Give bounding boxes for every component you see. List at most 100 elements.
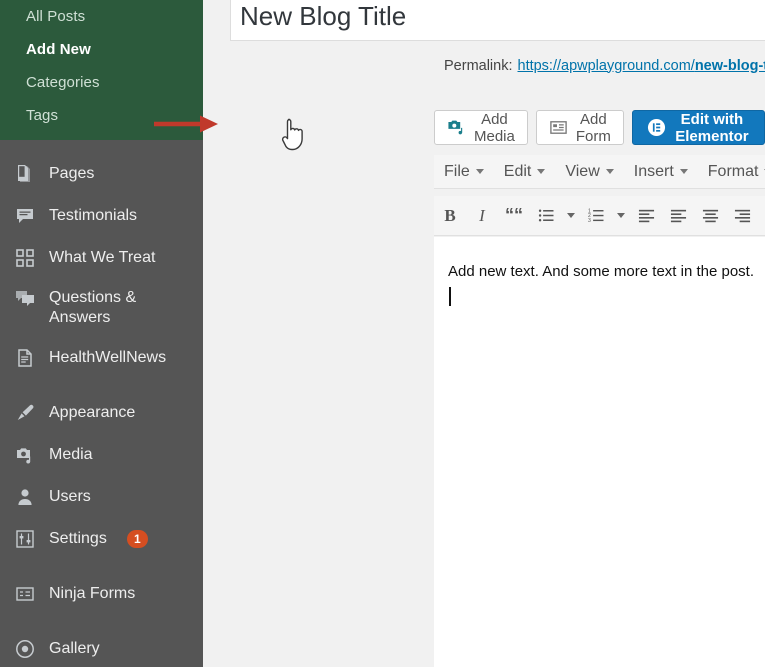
menubar-item-view[interactable]: View	[555, 159, 623, 185]
editor-format-toolbar: B I ““ 1 2 3	[434, 196, 765, 236]
blockquote-button[interactable]: ““	[498, 201, 530, 231]
submenu-item-all-posts[interactable]: All Posts	[0, 0, 203, 33]
align-right-button[interactable]	[726, 201, 758, 231]
sidebar-item-what-we-treat[interactable]: What We Treat	[0, 237, 203, 279]
bullet-list-button[interactable]	[530, 201, 562, 231]
sidebar-item-testimonials[interactable]: Testimonials	[0, 195, 203, 237]
menubar-item-file[interactable]: File	[434, 159, 494, 185]
sidebar-item-questions-answers[interactable]: Questions & Answers	[0, 279, 203, 337]
submenu-item-label: All Posts	[26, 8, 86, 25]
grid-icon	[14, 247, 36, 269]
edit-with-elementor-button[interactable]: Edit with Elementor	[631, 110, 765, 145]
align-left-button[interactable]	[662, 201, 694, 231]
sidebar-item-label: Ninja Forms	[49, 585, 136, 603]
chevron-down-icon	[679, 169, 688, 174]
editor-menubar: File Edit View Insert Format Tools	[434, 155, 765, 189]
post-editor-main: Permalink: https://apwplayground.com/new…	[203, 0, 765, 667]
menubar-item-label: View	[565, 162, 600, 180]
quote-icon: ““	[505, 205, 523, 225]
news-icon	[14, 347, 36, 369]
sidebar-item-media[interactable]: Media	[0, 434, 203, 476]
media-icon	[14, 444, 36, 466]
insert-link-button[interactable]	[758, 201, 765, 231]
menubar-item-label: File	[444, 162, 470, 180]
sidebar-separator-4	[0, 615, 203, 628]
menubar-item-label: Edit	[503, 162, 532, 180]
submenu-item-add-new[interactable]: Add New	[0, 33, 203, 66]
sidebar-item-label: Gallery	[49, 640, 100, 658]
posts-submenu: All Posts Add New Categories Tags	[0, 0, 203, 140]
editor-action-buttons: Add Media Add Form Edit with Elementor	[434, 110, 765, 145]
appearance-brush-icon	[14, 402, 36, 424]
add-media-icon	[447, 118, 466, 137]
post-title-field-wrapper	[230, 0, 765, 41]
permalink-link[interactable]: https://apwplayground.com/new-blog-title…	[518, 58, 765, 74]
sidebar-item-label: Appearance	[49, 404, 136, 422]
italic-button[interactable]: I	[466, 201, 498, 231]
italic-icon: I	[479, 205, 485, 225]
chevron-down-icon	[475, 169, 484, 174]
numbered-list-options-button[interactable]	[612, 201, 630, 231]
bullet-list-options-button[interactable]	[562, 201, 580, 231]
submenu-item-categories[interactable]: Categories	[0, 66, 203, 99]
align-right-icon	[734, 207, 751, 224]
ninja-forms-icon	[14, 583, 36, 605]
submenu-item-label: Tags	[26, 107, 59, 124]
editor-content-area[interactable]: Add new text. And some more text in the …	[434, 237, 765, 667]
chevron-down-icon	[605, 169, 614, 174]
settings-update-badge: 1	[126, 530, 148, 549]
editor-paragraph: Add new text. And some more text in the …	[448, 263, 754, 280]
sidebar-item-label: Questions & Answers	[49, 289, 137, 326]
sidebar-item-label: Pages	[49, 165, 95, 183]
sidebar-item-label: Testimonials	[49, 207, 138, 225]
numbered-list-button[interactable]: 1 2 3	[580, 201, 612, 231]
post-title-input[interactable]	[231, 0, 765, 40]
comments-icon	[14, 288, 36, 310]
submenu-item-label: Categories	[26, 74, 100, 91]
sidebar-item-label: Settings	[49, 530, 107, 548]
sidebar-item-label: HealthWellNews	[49, 349, 167, 367]
sidebar-item-label: Users	[49, 488, 91, 506]
sidebar-item-gallery[interactable]: Gallery	[0, 628, 203, 667]
permalink-base: https://apwplayground.com/	[517, 57, 695, 74]
add-media-button[interactable]: Add Media	[434, 110, 528, 145]
bold-button[interactable]: B	[434, 201, 466, 231]
bold-icon: B	[444, 205, 456, 225]
align-justify-button[interactable]	[630, 201, 662, 231]
permalink-slug: new-blog-title	[694, 57, 765, 74]
menubar-item-edit[interactable]: Edit	[494, 159, 556, 185]
sidebar-item-settings[interactable]: Settings 1	[0, 518, 203, 560]
menubar-item-format[interactable]: Format	[698, 159, 765, 185]
sidebar-item-healthwellnews[interactable]: HealthWellNews	[0, 337, 203, 379]
text-caret	[449, 287, 451, 306]
bullet-list-icon	[538, 207, 555, 224]
permalink-row: Permalink: https://apwplayground.com/new…	[444, 53, 765, 78]
align-center-button[interactable]	[694, 201, 726, 231]
edit-with-elementor-label: Edit with Elementor	[675, 110, 749, 145]
chevron-down-icon	[537, 169, 546, 174]
add-media-label: Add Media	[474, 110, 515, 145]
add-form-button[interactable]: Add Form	[535, 110, 624, 145]
align-left-icon	[638, 207, 655, 224]
add-form-icon	[549, 118, 568, 137]
sidebar-item-ninja-forms[interactable]: Ninja Forms	[0, 573, 203, 615]
submenu-item-tags[interactable]: Tags	[0, 99, 203, 132]
add-form-label: Add Form	[575, 110, 611, 145]
sidebar-separator-3	[0, 560, 203, 573]
menubar-item-label: Insert	[633, 162, 674, 180]
gallery-icon	[14, 638, 36, 660]
sidebar-item-appearance[interactable]: Appearance	[0, 392, 203, 434]
testimonials-icon	[14, 205, 36, 227]
sidebar-separator	[0, 140, 203, 153]
sidebar-item-pages[interactable]: Pages	[0, 153, 203, 195]
menubar-item-insert[interactable]: Insert	[624, 159, 698, 185]
sidebar-item-users[interactable]: Users	[0, 476, 203, 518]
admin-sidebar: All Posts Add New Categories Tags Pages …	[0, 0, 203, 667]
chevron-down-icon	[617, 213, 625, 218]
wordpress-post-editor-screen: All Posts Add New Categories Tags Pages …	[0, 0, 765, 667]
pages-icon	[14, 163, 36, 185]
sidebar-item-label: Media	[49, 446, 93, 464]
align-left-icon	[670, 207, 687, 224]
svg-text:3: 3	[588, 218, 591, 224]
sidebar-separator-2	[0, 379, 203, 392]
